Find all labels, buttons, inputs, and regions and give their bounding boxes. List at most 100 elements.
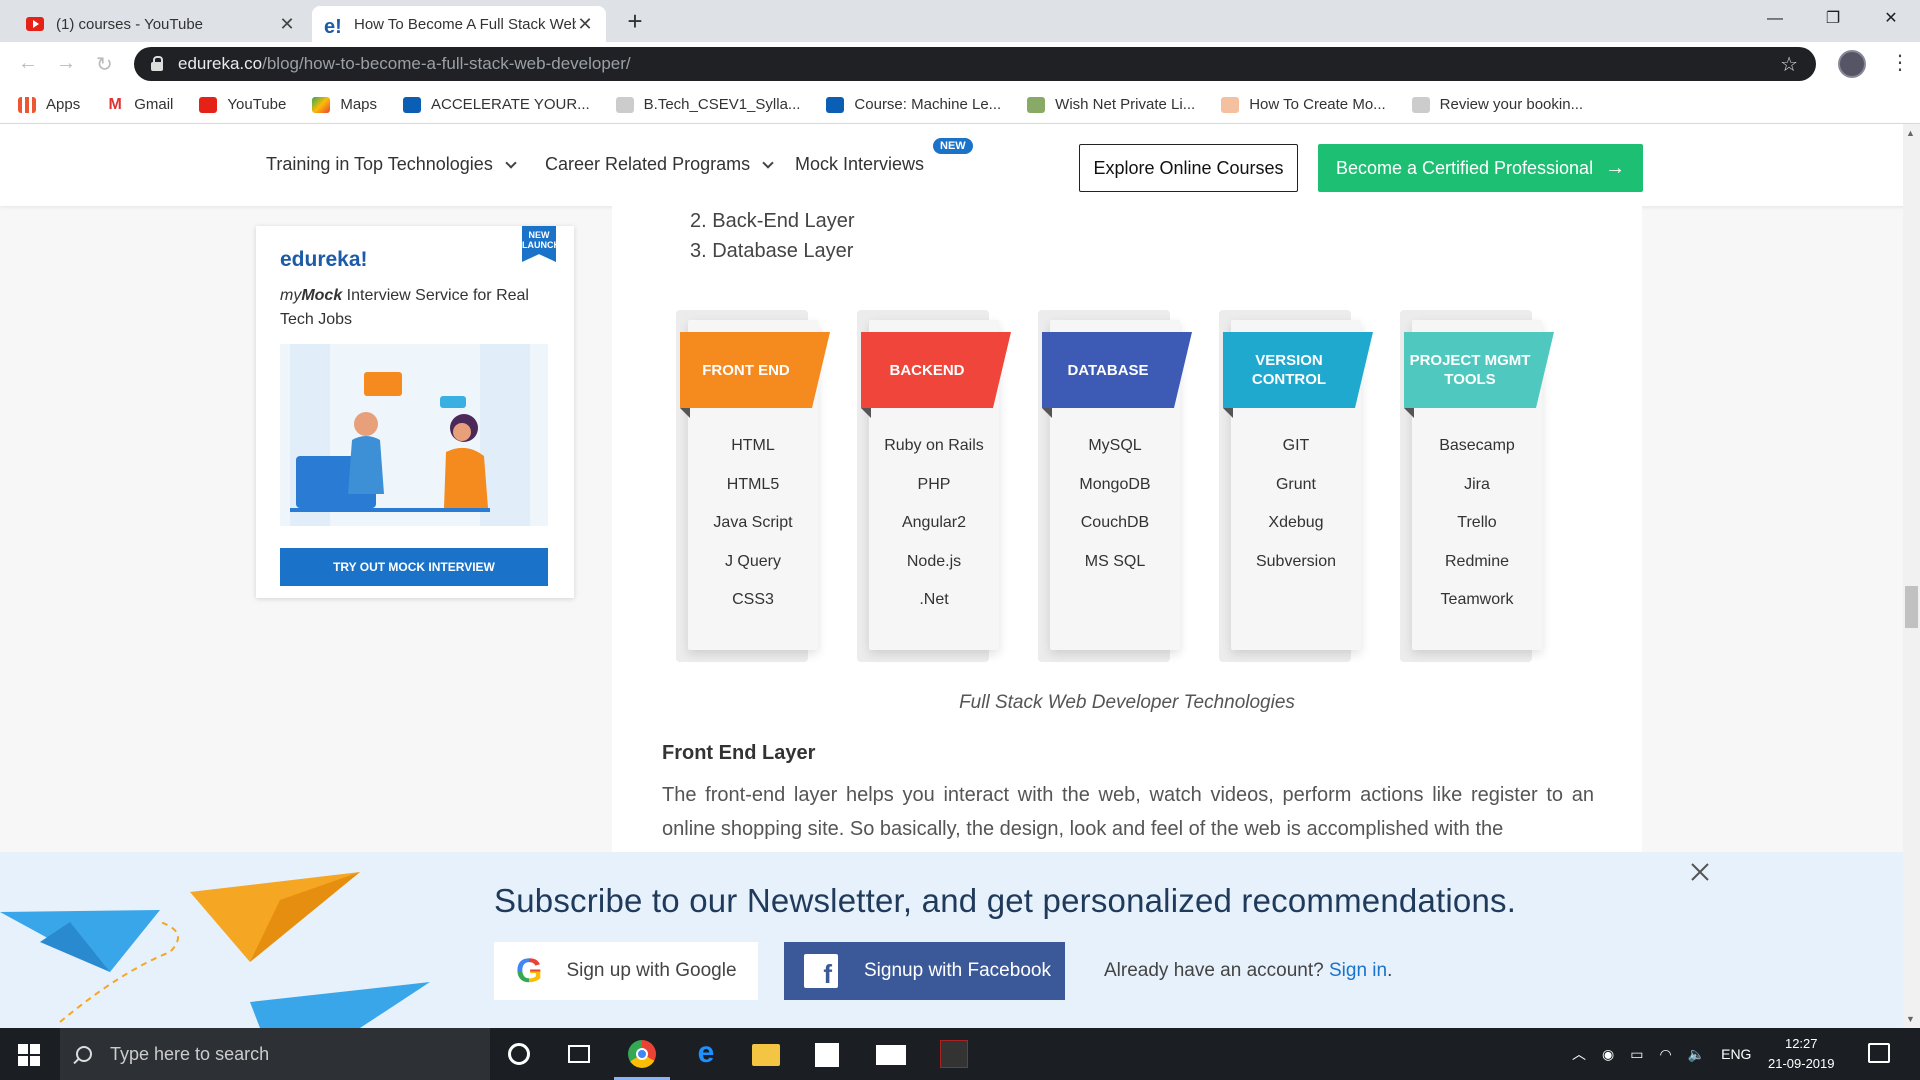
cortana-icon[interactable] xyxy=(508,1043,530,1065)
tab-edureka[interactable]: e! How To Become A Full Stack Web ✕ xyxy=(312,6,606,42)
close-tab-icon[interactable]: ✕ xyxy=(576,14,594,35)
url-input[interactable]: edureka.co/blog/how-to-become-a-full-sta… xyxy=(134,47,1816,81)
intel-icon xyxy=(826,96,845,113)
forward-arrow-icon[interactable]: → xyxy=(56,52,76,75)
tech-item: PHP xyxy=(917,475,951,493)
bookmark-btech[interactable]: B.Tech_CSEV1_Sylla... xyxy=(615,96,800,113)
notifications-icon[interactable] xyxy=(1868,1043,1890,1063)
tech-column-backend: BACKEND Ruby on Rails PHP Angular2 Node.… xyxy=(849,300,1011,662)
explore-courses-button[interactable]: Explore Online Courses xyxy=(1079,144,1298,192)
scroll-down-icon[interactable]: ▼ xyxy=(1906,1014,1915,1024)
antivirus-icon[interactable]: ◉ xyxy=(1602,1046,1614,1063)
tech-item: CouchDB xyxy=(1080,514,1150,531)
nav-mock-interviews[interactable]: Mock Interviews xyxy=(795,154,924,175)
close-icon[interactable] xyxy=(1690,862,1710,882)
chevron-down-icon xyxy=(505,157,517,169)
volume-icon[interactable]: 🔈 xyxy=(1688,1046,1705,1063)
battery-icon[interactable]: ▭ xyxy=(1630,1046,1643,1063)
image-icon xyxy=(1027,96,1046,113)
new-badge: NEW xyxy=(933,138,973,154)
tech-item: MS SQL xyxy=(1084,552,1146,570)
tech-item: Basecamp xyxy=(1439,437,1515,454)
new-tab-button[interactable]: + xyxy=(620,7,650,37)
certified-professional-button[interactable]: Become a Certified Professional → xyxy=(1318,144,1643,192)
tech-item: Teamwork xyxy=(1440,591,1514,608)
taskbar-search-input[interactable]: Type here to search xyxy=(60,1028,490,1080)
lock-icon xyxy=(150,56,164,72)
tech-item: CSS3 xyxy=(732,591,774,608)
layer-list: 2. Back-End Layer 3. Database Layer xyxy=(690,206,855,266)
mail-icon[interactable] xyxy=(876,1045,906,1065)
taskbar-clock[interactable]: 12:27 21-09-2019 xyxy=(1768,1034,1835,1074)
url-text: edureka.co/blog/how-to-become-a-full-sta… xyxy=(178,54,631,73)
edureka-logo: edureka! xyxy=(280,248,368,271)
column-title: VERSION CONTROL xyxy=(1223,332,1373,408)
scroll-up-icon[interactable]: ▲ xyxy=(1906,128,1915,138)
chrome-icon[interactable] xyxy=(628,1040,656,1068)
tech-column-version-control: VERSION CONTROL GIT Grunt Xdebug Subvers… xyxy=(1211,300,1373,662)
bookmark-gmail[interactable]: M Gmail xyxy=(106,96,174,113)
bookmark-wishnet[interactable]: Wish Net Private Li... xyxy=(1027,96,1195,113)
bookmark-accelerate[interactable]: ACCELERATE YOUR... xyxy=(403,96,590,113)
store-icon[interactable] xyxy=(815,1043,839,1067)
tech-item: MySQL xyxy=(1088,437,1142,454)
file-explorer-icon[interactable] xyxy=(752,1044,780,1066)
bookmark-apps[interactable]: Apps xyxy=(18,96,80,113)
tech-item: Ruby on Rails xyxy=(884,437,984,454)
column-title: DATABASE xyxy=(1042,332,1192,408)
tech-item: HTML5 xyxy=(726,475,780,493)
column-title: PROJECT MGMT TOOLS xyxy=(1404,332,1554,408)
tech-item: HTML xyxy=(731,437,775,454)
bookmark-star-icon[interactable]: ☆ xyxy=(1780,52,1798,77)
facebook-signup-button[interactable]: f Signup with Facebook xyxy=(784,942,1065,1000)
browser-menu-icon[interactable]: ⋮ xyxy=(1890,50,1910,75)
tab-title: How To Become A Full Stack Web xyxy=(354,15,576,33)
tech-item: Java Script xyxy=(713,514,793,531)
nav-training[interactable]: Training in Top Technologies xyxy=(266,154,517,175)
page-scrollbar[interactable] xyxy=(1903,124,1920,1028)
tech-item: Angular2 xyxy=(901,514,967,531)
new-launch-ribbon: NEW LAUNCH xyxy=(522,226,556,262)
figure-caption: Full Stack Web Developer Technologies xyxy=(959,692,1295,713)
tab-youtube[interactable]: (1) courses - YouTube ✕ xyxy=(14,6,308,42)
minimize-icon[interactable]: — xyxy=(1746,0,1804,38)
tech-item: Subversion xyxy=(1255,552,1337,570)
edge-icon[interactable]: e xyxy=(692,1038,720,1068)
maximize-icon[interactable]: ❐ xyxy=(1804,0,1862,38)
list-item: 3. Database Layer xyxy=(690,240,854,262)
language-indicator[interactable]: ENG xyxy=(1721,1046,1751,1062)
google-signup-button[interactable]: G Sign up with Google xyxy=(494,942,758,1000)
bookmark-youtube[interactable]: YouTube xyxy=(199,96,286,113)
arrow-right-icon: → xyxy=(1605,156,1626,179)
bookmark-course[interactable]: Course: Machine Le... xyxy=(826,96,1001,113)
nav-career[interactable]: Career Related Programs xyxy=(545,154,774,175)
tech-column-frontend: FRONT END HTML HTML5 Java Script J Query… xyxy=(668,300,830,662)
section-heading: Front End Layer xyxy=(662,742,816,764)
interview-illustration xyxy=(280,344,548,526)
profile-avatar[interactable] xyxy=(1838,50,1866,78)
windows-start-icon[interactable] xyxy=(18,1044,40,1066)
bookmark-review[interactable]: Review your bookin... xyxy=(1411,96,1583,113)
tech-column-project-mgmt: PROJECT MGMT TOOLS Basecamp Jira Trello … xyxy=(1392,300,1554,662)
chevron-up-icon[interactable]: ︿ xyxy=(1572,1044,1586,1064)
mock-interview-ad[interactable]: edureka! NEW LAUNCH myMock Interview Ser… xyxy=(256,226,574,598)
wifi-icon[interactable]: ◠ xyxy=(1659,1046,1671,1063)
try-mock-interview-button[interactable]: TRY OUT MOCK INTERVIEW xyxy=(280,548,548,586)
task-view-icon[interactable] xyxy=(568,1045,590,1063)
close-tab-icon[interactable]: ✕ xyxy=(278,14,296,35)
reload-icon[interactable]: ↻ xyxy=(96,52,113,77)
close-window-icon[interactable]: ✕ xyxy=(1862,0,1920,38)
clock-time: 12:27 xyxy=(1784,1036,1818,1051)
back-arrow-icon[interactable]: ← xyxy=(18,52,38,75)
tech-item: .Net xyxy=(919,591,949,608)
bookmark-maps[interactable]: Maps xyxy=(312,96,377,113)
ad-tagline: myMock Interview Service for Real Tech J… xyxy=(280,287,529,328)
bookmark-howto[interactable]: How To Create Mo... xyxy=(1221,96,1386,113)
youtube-icon xyxy=(199,96,218,113)
browser-tab-bar: (1) courses - YouTube ✕ e! How To Become… xyxy=(0,0,1920,42)
tech-item: Jira xyxy=(1464,475,1490,493)
scrollbar-thumb[interactable] xyxy=(1905,586,1918,628)
signin-link[interactable]: Sign in xyxy=(1329,960,1387,981)
game-app-icon[interactable] xyxy=(940,1040,968,1068)
tech-stack-graphic: FRONT END HTML HTML5 Java Script J Query… xyxy=(668,300,1588,690)
